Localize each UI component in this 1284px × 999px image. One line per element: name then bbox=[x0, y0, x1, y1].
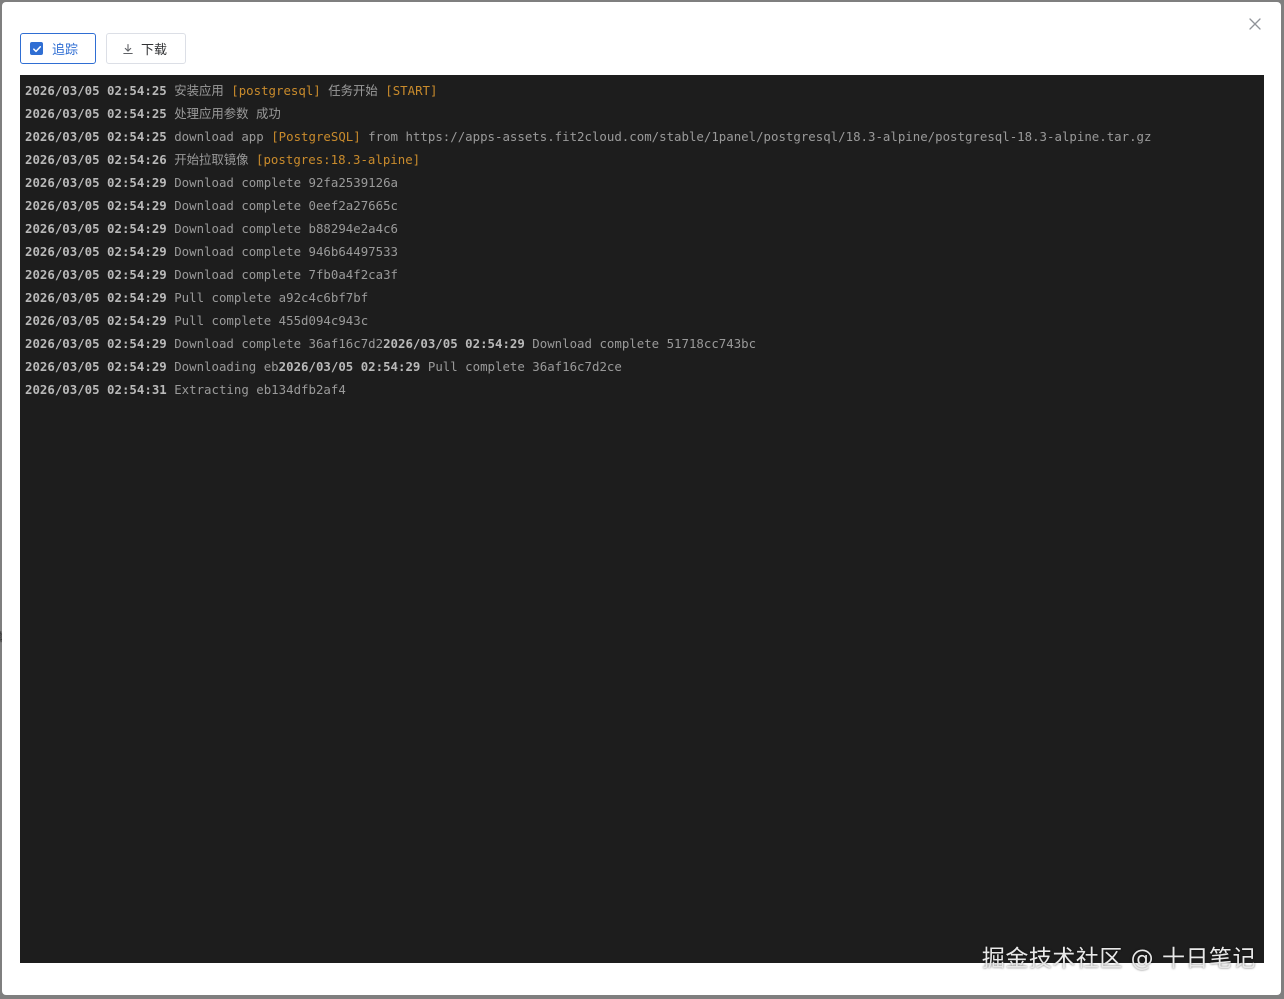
log-message: 任务开始 bbox=[320, 83, 386, 98]
log-timestamp: 2026/03/05 02:54:25 bbox=[25, 106, 167, 121]
log-timestamp: 2026/03/05 02:54:29 bbox=[278, 359, 421, 374]
log-timestamp: 2026/03/05 02:54:29 bbox=[25, 198, 167, 213]
log-line: 2026/03/05 02:54:29 Download complete 94… bbox=[25, 240, 1259, 263]
log-line: 2026/03/05 02:54:29 Download complete 36… bbox=[25, 332, 1259, 355]
log-timestamp: 2026/03/05 02:54:29 bbox=[25, 313, 167, 328]
log-highlight: [postgres:18.3-alpine] bbox=[256, 152, 421, 167]
log-message: Download complete 946b64497533 bbox=[166, 244, 399, 259]
log-message: Extracting eb134dfb2af4 bbox=[166, 382, 346, 397]
log-line: 2026/03/05 02:54:25 处理应用参数 成功 bbox=[25, 102, 1259, 125]
log-line: 2026/03/05 02:54:29 Download complete b8… bbox=[25, 217, 1259, 240]
log-message: Pull complete 36af16c7d2ce bbox=[420, 359, 622, 374]
watermark: 掘金技术社区 @ 十日笔记 bbox=[981, 946, 1256, 972]
log-output-panel[interactable]: 2026/03/05 02:54:25 安装应用 [postgresql] 任务… bbox=[20, 75, 1264, 963]
log-line: 2026/03/05 02:54:29 Downloading eb2026/0… bbox=[25, 355, 1259, 378]
log-message: Download complete 92fa2539126a bbox=[166, 175, 399, 190]
close-icon bbox=[1249, 18, 1261, 30]
log-message: from https://apps-assets.fit2cloud.com/s… bbox=[360, 129, 1152, 144]
log-timestamp: 2026/03/05 02:54:25 bbox=[25, 129, 167, 144]
log-timestamp: 2026/03/05 02:54:26 bbox=[25, 152, 167, 167]
log-line: 2026/03/05 02:54:25 安装应用 [postgresql] 任务… bbox=[25, 79, 1259, 102]
log-message: Download complete 7fb0a4f2ca3f bbox=[166, 267, 399, 282]
log-toolbar: 追踪 下载 bbox=[20, 33, 186, 64]
log-highlight: [START] bbox=[385, 83, 438, 98]
log-timestamp: 2026/03/05 02:54:29 bbox=[25, 244, 167, 259]
log-line: 2026/03/05 02:54:26 开始拉取镜像 [postgres:18.… bbox=[25, 148, 1259, 171]
log-timestamp: 2026/03/05 02:54:29 bbox=[25, 336, 167, 351]
log-message: Download complete 0eef2a27665c bbox=[166, 198, 399, 213]
log-timestamp: 2026/03/05 02:54:29 bbox=[383, 336, 525, 351]
log-highlight: [PostgreSQL] bbox=[271, 129, 361, 144]
log-line: 2026/03/05 02:54:25 download app [Postgr… bbox=[25, 125, 1259, 148]
task-log-dialog: 追踪 下载 2026/03/05 02:54:25 安装应用 [postgres… bbox=[2, 2, 1281, 995]
log-line: 2026/03/05 02:54:29 Download complete 0e… bbox=[25, 194, 1259, 217]
checkbox-checked-icon[interactable] bbox=[30, 42, 43, 55]
log-timestamp: 2026/03/05 02:54:29 bbox=[25, 359, 167, 374]
log-highlight: [postgresql] bbox=[231, 83, 321, 98]
close-button[interactable] bbox=[1247, 16, 1263, 32]
log-timestamp: 2026/03/05 02:54:29 bbox=[25, 267, 167, 282]
log-message: Pull complete 455d094c943c bbox=[166, 313, 369, 328]
log-timestamp: 2026/03/05 02:54:29 bbox=[25, 290, 167, 305]
download-button[interactable]: 下载 bbox=[106, 33, 186, 64]
log-line: 2026/03/05 02:54:31 Extracting eb134dfb2… bbox=[25, 378, 1259, 401]
log-line: 2026/03/05 02:54:29 Download complete 7f… bbox=[25, 263, 1259, 286]
log-timestamp: 2026/03/05 02:54:29 bbox=[25, 175, 167, 190]
log-message: 处理应用参数 成功 bbox=[166, 106, 281, 121]
log-message: Downloading eb bbox=[166, 359, 279, 374]
log-message: Download complete 36af16c7d2 bbox=[166, 336, 384, 351]
follow-toggle-button[interactable]: 追踪 bbox=[20, 33, 96, 64]
follow-label: 追踪 bbox=[52, 43, 79, 58]
log-line: 2026/03/05 02:54:29 Pull complete a92c4c… bbox=[25, 286, 1259, 309]
log-message: 开始拉取镜像 bbox=[166, 152, 257, 167]
log-message: Download complete b88294e2a4c6 bbox=[166, 221, 399, 236]
log-line: 2026/03/05 02:54:29 Pull complete 455d09… bbox=[25, 309, 1259, 332]
log-line: 2026/03/05 02:54:29 Download complete 92… bbox=[25, 171, 1259, 194]
log-message: Pull complete a92c4c6bf7bf bbox=[166, 290, 369, 305]
log-timestamp: 2026/03/05 02:54:25 bbox=[25, 83, 167, 98]
log-message: download app bbox=[166, 129, 272, 144]
download-icon bbox=[122, 43, 134, 55]
log-message: 安装应用 bbox=[166, 83, 232, 98]
download-label: 下载 bbox=[141, 43, 168, 58]
log-message: Download complete 51718cc743bc bbox=[524, 336, 757, 351]
log-timestamp: 2026/03/05 02:54:29 bbox=[25, 221, 167, 236]
log-timestamp: 2026/03/05 02:54:31 bbox=[25, 382, 167, 397]
